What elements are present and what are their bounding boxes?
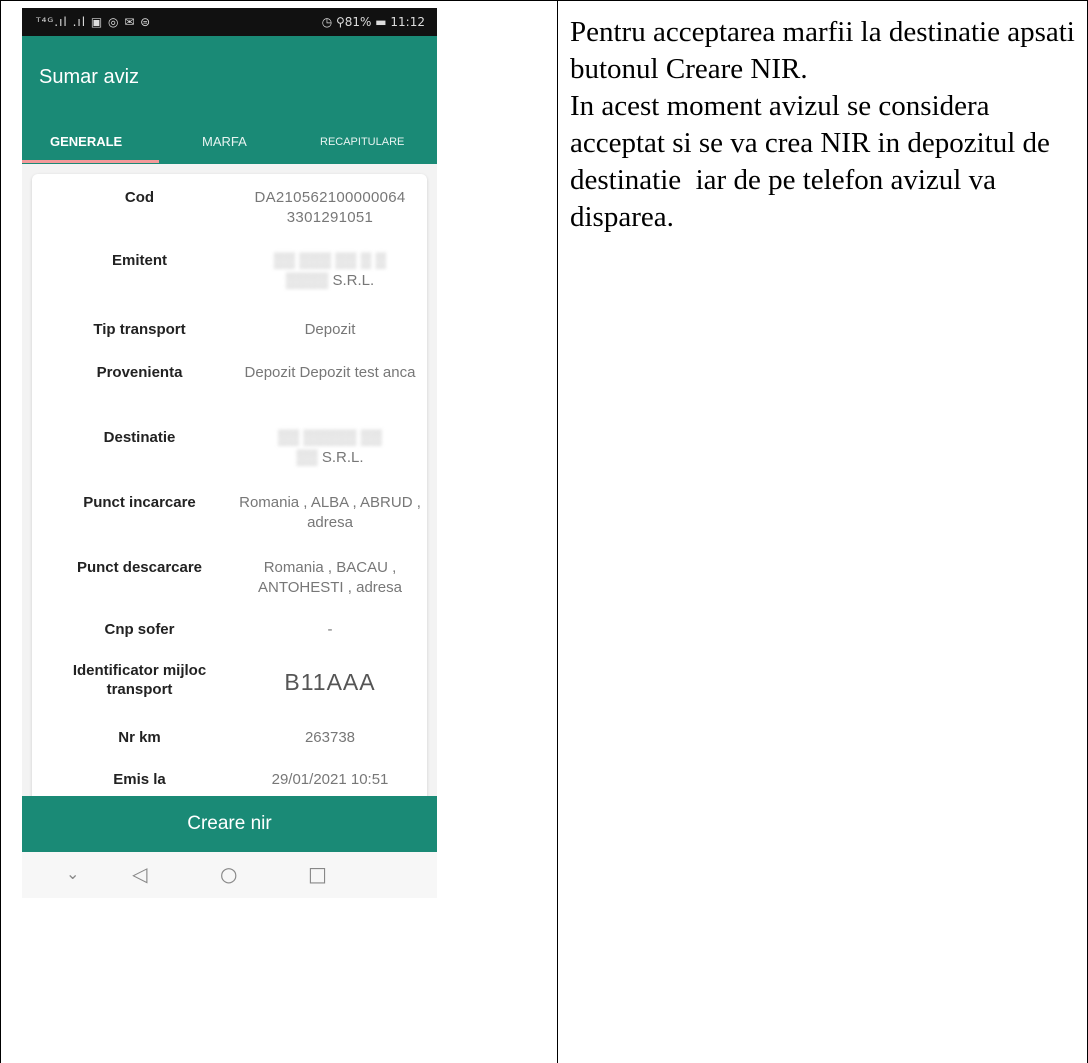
table-column-divider <box>557 0 558 1063</box>
emitent-suffix: S.R.L. <box>332 272 375 289</box>
chevron-down-icon[interactable]: ⌄ <box>66 864 79 883</box>
home-circle-icon[interactable]: ○ <box>220 862 237 886</box>
punct-descarcare-label: Punct descarcare <box>76 559 203 576</box>
tip-transport-label: Tip transport <box>93 321 186 338</box>
nr-km-value: 263738 <box>304 729 356 746</box>
punct-incarcare-value: Romania , ALBA , ABRUD , adresa <box>239 494 421 531</box>
destinatie-value: ▒▒ ▒▒▒▒▒ ▒▒ ▒▒ S.R.L. <box>235 428 425 468</box>
status-icons-right: ◷ ⚲81% ▬ 11:12 <box>321 15 425 29</box>
cod-value: DA210562100000064 3301291051 <box>254 189 406 226</box>
back-triangle-icon[interactable]: ◁ <box>132 862 147 886</box>
emis-la-label: Emis la <box>113 771 166 788</box>
destinatie-label: Destinatie <box>103 429 176 446</box>
redacted-text: ▒▒ <box>296 449 318 466</box>
instructions-text: Pentru acceptarea marfii la destinatie a… <box>570 14 1075 236</box>
destinatie-suffix: S.R.L. <box>321 449 364 466</box>
cod-label: Cod <box>124 189 155 206</box>
android-nav-bar: ⌄ ◁ ○ □ <box>22 852 437 898</box>
active-tab-indicator <box>22 160 159 163</box>
details-card: Cod DA210562100000064 3301291051 Emitent… <box>32 174 427 804</box>
tab-marfa[interactable]: MARFA <box>202 134 247 149</box>
emitent-label: Emitent <box>111 252 167 269</box>
punct-incarcare-label: Punct incarcare <box>83 494 196 511</box>
cnp-sofer-label: Cnp sofer <box>104 621 175 638</box>
tab-generale[interactable]: GENERALE <box>50 134 122 149</box>
phone-screenshot: ᵀ⁴ᴳ.ıl .ıl ▣ ◎ ✉ ⊜ ◷ ⚲81% ▬ 11:12 Sumar … <box>22 8 437 898</box>
tip-transport-value: Depozit <box>304 321 356 338</box>
status-icons-left: ᵀ⁴ᴳ.ıl .ıl ▣ ◎ ✉ ⊜ <box>36 15 152 29</box>
creare-nir-button[interactable]: Creare nir <box>22 796 437 852</box>
table-top-border <box>0 0 1088 1</box>
redacted-text: ▒▒▒▒ <box>285 272 329 289</box>
emitent-value: ▒▒ ▒▒▒ ▒▒ ▒ ▒ ▒▒▒▒ S.R.L. <box>235 251 425 291</box>
provenienta-value: Depozit Depozit test anca <box>244 364 416 381</box>
status-bar: ᵀ⁴ᴳ.ıl .ıl ▣ ◎ ✉ ⊜ ◷ ⚲81% ▬ 11:12 <box>22 8 437 36</box>
app-bar: Sumar aviz GENERALE MARFA RECAPITULARE <box>22 36 437 164</box>
identificator-value: B11AAA <box>284 669 376 695</box>
nr-km-label: Nr km <box>118 729 161 746</box>
recents-square-icon[interactable]: □ <box>308 862 327 886</box>
provenienta-label: Provenienta <box>96 364 183 381</box>
cnp-sofer-value: - <box>327 621 333 638</box>
redacted-text: ▒▒ ▒▒▒▒▒ ▒▒ <box>278 429 382 446</box>
instruction-paragraph-2: In acest moment avizul se considera acce… <box>570 90 1058 233</box>
punct-descarcare-value: Romania , BACAU , ANTOHESTI , adresa <box>258 559 402 596</box>
instruction-paragraph-1: Pentru acceptarea marfii la destinatie a… <box>570 16 1075 85</box>
redacted-text: ▒▒ ▒▒▒ ▒▒ ▒ ▒ <box>273 252 387 269</box>
page-title: Sumar aviz <box>39 66 140 88</box>
identificator-label: Identificator mijloc transport <box>72 662 207 698</box>
tab-recapitulare[interactable]: RECAPITULARE <box>320 136 404 148</box>
table-left-border <box>0 0 1 1063</box>
emis-la-value: 29/01/2021 10:51 <box>271 771 389 788</box>
